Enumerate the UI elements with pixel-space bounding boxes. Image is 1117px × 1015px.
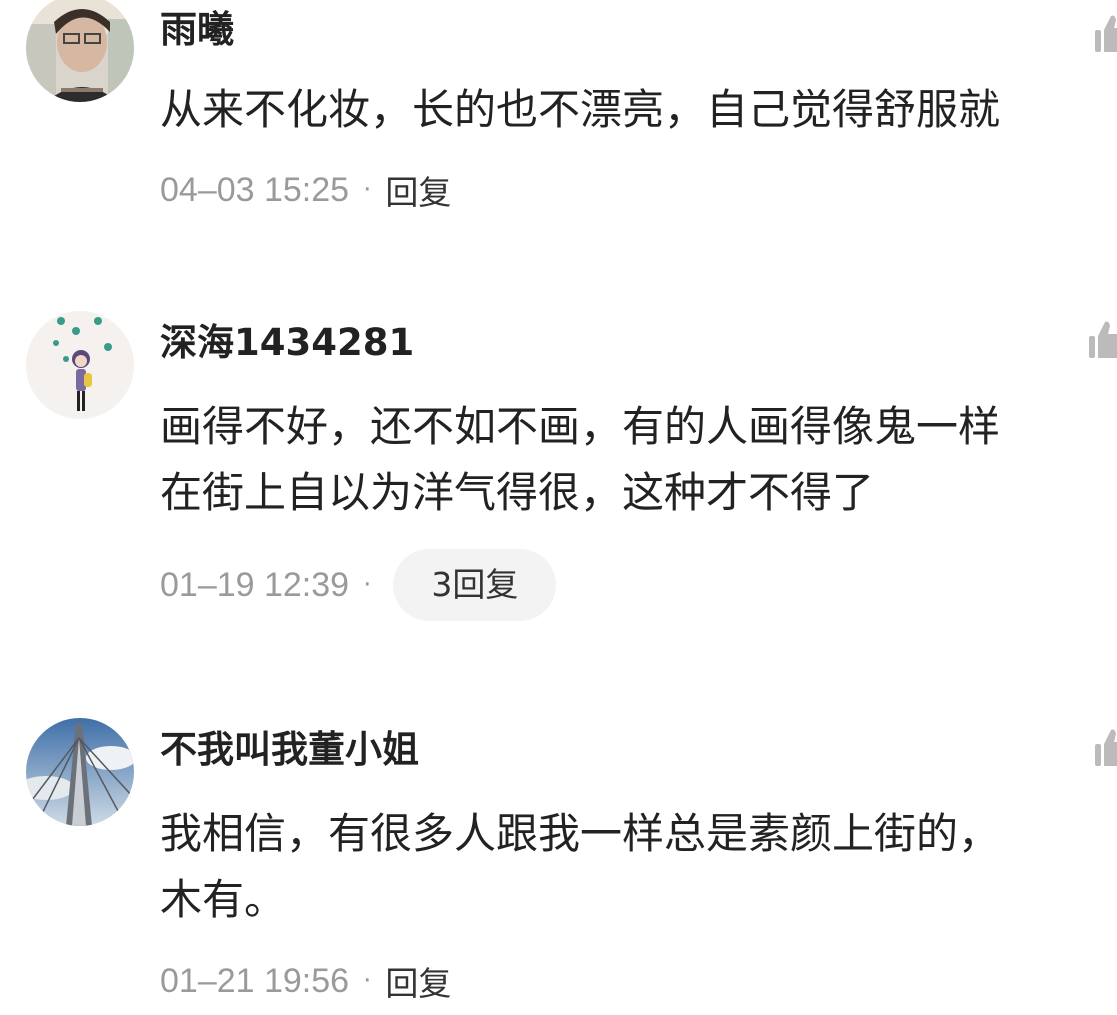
comment-meta: 01–19 12:39 · 3回复 (160, 549, 557, 621)
avatar-photo-icon (26, 0, 134, 102)
thumbs-up-icon (1089, 321, 1117, 358)
avatar-cartoon-icon (26, 311, 134, 419)
reply-button[interactable]: 回复 (385, 957, 451, 1005)
comment-meta: 04–03 15:25 · 回复 (160, 166, 451, 214)
comment-text: 画得不好，还不如不画，有的人画得像鬼一样 (160, 402, 1001, 451)
separator-dot: · (363, 570, 372, 600)
like-button[interactable] (1085, 12, 1117, 56)
like-button[interactable] (1085, 726, 1117, 770)
username[interactable]: 深海1434281 (160, 324, 414, 361)
comment-meta: 01–21 19:56 · 回复 (160, 957, 451, 1005)
avatar[interactable] (26, 718, 134, 826)
avatar-photo-bridge-icon (26, 718, 134, 826)
timestamp: 01–19 12:39 (160, 565, 350, 604)
reply-button[interactable]: 回复 (385, 166, 451, 214)
separator-dot: · (363, 966, 372, 996)
like-button[interactable] (1085, 318, 1117, 362)
timestamp: 04–03 15:25 (160, 170, 350, 209)
thumbs-up-icon (1095, 15, 1117, 52)
avatar[interactable] (26, 0, 134, 102)
username[interactable]: 不我叫我董小姐 (160, 731, 419, 768)
avatar[interactable] (26, 311, 134, 419)
thumbs-up-icon (1095, 729, 1117, 766)
comment-text: 我相信，有很多人跟我一样总是素颜上街的， (160, 809, 1001, 858)
username[interactable]: 雨曦 (160, 11, 234, 48)
comment-text: 从来不化妆，长的也不漂亮，自己觉得舒服就 (160, 85, 1001, 134)
replies-count-button[interactable]: 3回复 (393, 549, 557, 621)
timestamp: 01–21 19:56 (160, 961, 350, 1000)
comment-text: 在街上自以为洋气得很，这种才不得了 (160, 468, 875, 517)
comment-text: 木有。 (160, 875, 287, 924)
separator-dot: · (363, 175, 372, 205)
